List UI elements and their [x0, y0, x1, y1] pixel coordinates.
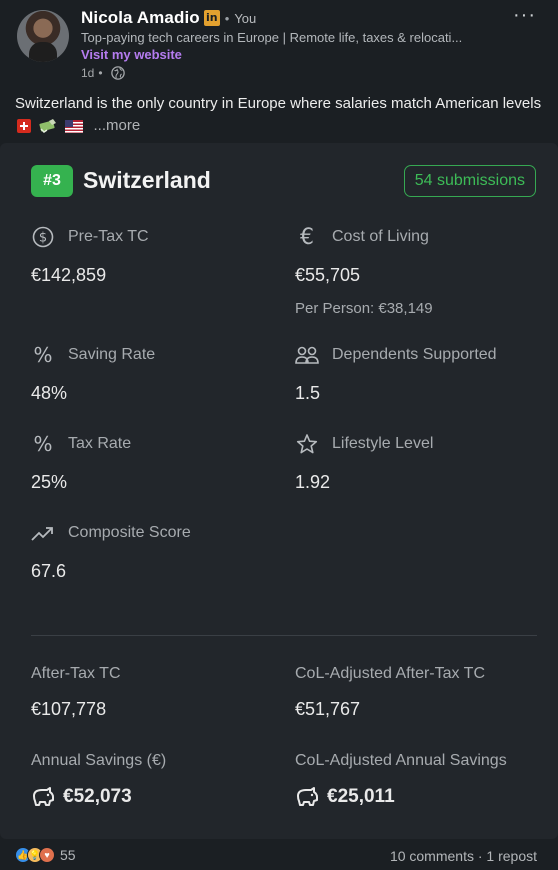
us-flag-icon — [65, 119, 84, 133]
piggy-bank-icon — [297, 787, 318, 806]
lifestyle-label: Lifestyle Level — [332, 435, 434, 452]
col-aftertax-label: CoL-Adjusted After-Tax TC — [295, 665, 486, 682]
col-annual-savings-label: CoL-Adjusted Annual Savings — [295, 752, 507, 769]
saving-label: Saving Rate — [68, 346, 156, 363]
trending-up-icon — [31, 521, 55, 545]
post-footer: 👍 💡 ♥ 55 10 comments · 1 repost — [0, 843, 558, 870]
money-icon — [39, 119, 57, 133]
tax-rate-metric: % Tax Rate 25% — [31, 432, 131, 493]
pretax-metric: $ Pre-Tax TC €142,859 — [31, 225, 149, 286]
annual-savings-value: €52,073 — [63, 786, 132, 807]
composite-metric: Composite Score 67.6 — [31, 521, 191, 582]
saving-label-row: % Saving Rate — [31, 343, 155, 367]
pretax-value: €142,859 — [31, 265, 107, 285]
post-text: Switzerland is the only country in Europ… — [15, 93, 545, 137]
annual-savings-metric: Annual Savings (€) €52,073 — [31, 752, 166, 808]
swiss-flag-icon — [17, 119, 31, 134]
meta-separator: • — [98, 66, 103, 80]
dependents-metric: Dependents Supported 1.5 — [295, 343, 497, 404]
author-name[interactable]: Nicola Amadio — [81, 8, 200, 28]
annual-savings-label: Annual Savings (€) — [31, 752, 167, 769]
country-name: Switzerland — [83, 167, 211, 193]
dependents-label: Dependents Supported — [332, 346, 497, 363]
post-header: Nicola Amadio in • You Top-paying tech c… — [0, 0, 558, 90]
col-aftertax-metric: CoL-Adjusted After-Tax TC €51,767 — [295, 665, 485, 720]
percent-icon: % — [33, 343, 53, 367]
percent-icon: % — [33, 432, 53, 456]
tax-value: 25% — [31, 472, 68, 492]
submissions-badge: 54 submissions — [403, 165, 536, 197]
love-reaction-icon: ♥ — [39, 847, 55, 863]
lifestyle-metric: Lifestyle Level 1.92 — [295, 432, 433, 493]
linkedin-premium-icon: in — [203, 10, 220, 26]
col-annual-savings-metric: CoL-Adjusted Annual Savings €25,011 — [295, 752, 507, 808]
rank-badge: #3 — [31, 165, 73, 197]
more-options-icon[interactable]: ··· — [513, 4, 536, 27]
reaction-count[interactable]: 55 — [60, 847, 76, 863]
composite-label: Composite Score — [68, 524, 191, 541]
people-icon — [295, 343, 319, 367]
pretax-label-row: $ Pre-Tax TC — [31, 225, 149, 249]
col-label-row: € Cost of Living — [295, 224, 433, 250]
composite-value: 67.6 — [31, 561, 67, 581]
aftertax-label: After-Tax TC — [31, 665, 121, 682]
connection-degree: You — [234, 10, 257, 26]
lifestyle-label-row: Lifestyle Level — [295, 432, 433, 456]
svg-text:$: $ — [39, 231, 47, 246]
saving-rate-metric: % Saving Rate 48% — [31, 343, 155, 404]
aftertax-value: €107,778 — [31, 699, 107, 719]
divider — [31, 635, 537, 636]
col-aftertax-value: €51,767 — [295, 699, 361, 719]
col-annual-savings-value-row: €25,011 — [295, 786, 507, 808]
post-body: Switzerland is the only country in Europ… — [15, 95, 542, 112]
col-per-person: Per Person: €38,149 — [295, 300, 433, 317]
col-label: Cost of Living — [332, 228, 429, 245]
euro-icon: € — [300, 224, 314, 250]
avatar[interactable] — [17, 10, 69, 62]
piggy-bank-icon — [33, 787, 54, 806]
tax-label: Tax Rate — [68, 435, 132, 452]
lifestyle-value: 1.92 — [295, 472, 331, 492]
tax-label-row: % Tax Rate — [31, 432, 131, 456]
composite-label-row: Composite Score — [31, 521, 191, 545]
post-meta: 1d • — [81, 66, 125, 80]
separator-dot: • — [224, 10, 230, 26]
col-metric: € Cost of Living €55,705 Per Person: €38… — [295, 224, 433, 318]
col-annual-savings-value: €25,011 — [327, 786, 395, 807]
dependents-value: 1.5 — [295, 383, 321, 403]
aftertax-metric: After-Tax TC €107,778 — [31, 665, 121, 720]
post-time: 1d — [81, 66, 95, 80]
comments-reposts[interactable]: 10 comments · 1 repost — [390, 848, 537, 864]
star-icon — [295, 432, 319, 456]
country-card: #3 Switzerland 54 submissions $ Pre-Tax … — [0, 143, 558, 839]
see-more-link[interactable]: ...more — [94, 117, 141, 134]
author-headline: Top-paying tech careers in Europe | Remo… — [81, 30, 463, 45]
col-value: €55,705 — [295, 265, 361, 285]
saving-value: 48% — [31, 383, 68, 403]
visit-website-link[interactable]: Visit my website — [81, 47, 182, 62]
dependents-label-row: Dependents Supported — [295, 343, 497, 367]
dollar-circle-icon: $ — [31, 225, 55, 249]
globe-icon — [110, 66, 125, 80]
pretax-label: Pre-Tax TC — [68, 228, 149, 245]
annual-savings-value-row: €52,073 — [31, 786, 166, 808]
reactions[interactable]: 👍 💡 ♥ 55 — [15, 847, 76, 863]
author-row: Nicola Amadio in • You — [81, 8, 256, 28]
